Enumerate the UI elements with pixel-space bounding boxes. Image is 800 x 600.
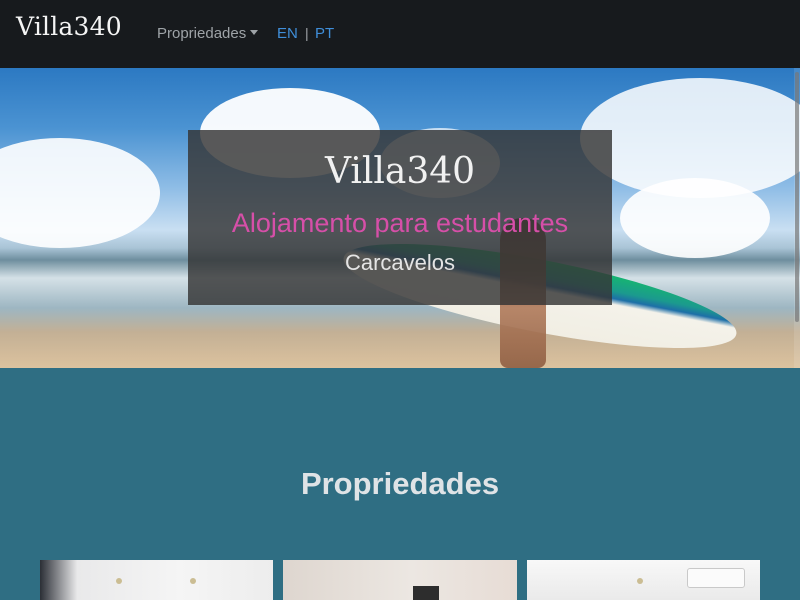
scrollbar-track[interactable] <box>794 68 800 368</box>
property-card[interactable] <box>283 560 517 600</box>
ceiling-light <box>190 578 196 584</box>
scrollbar-thumb[interactable] <box>795 72 799 322</box>
hero-banner: Villa340 Alojamento para estudantes Carc… <box>0 68 800 368</box>
property-card[interactable] <box>40 560 273 600</box>
hero-location: Carcavelos <box>344 250 456 275</box>
property-card[interactable] <box>527 560 760 600</box>
hero-overlay: Villa340 Alojamento para estudantes Carc… <box>188 130 612 305</box>
ceiling-light <box>637 578 643 584</box>
language-en-link[interactable]: EN <box>277 25 298 42</box>
wall-frame <box>413 586 439 600</box>
brand-logo[interactable]: Villa340 <box>16 12 122 41</box>
hero-cloud <box>620 178 770 258</box>
language-separator: | <box>305 25 309 41</box>
air-conditioner <box>687 568 745 588</box>
properties-heading: Propriedades <box>300 466 500 501</box>
language-pt-link[interactable]: PT <box>315 25 334 42</box>
hero-cloud <box>0 138 160 248</box>
top-navbar: Villa340 Propriedades EN | PT <box>0 0 800 68</box>
hero-title: Villa340 <box>324 151 476 192</box>
ceiling-light <box>116 578 122 584</box>
properties-dropdown-label: Propriedades <box>157 25 247 42</box>
chevron-down-icon <box>250 30 259 35</box>
hero-subtitle: Alojamento para estudantes <box>231 208 569 238</box>
properties-dropdown[interactable]: Propriedades <box>157 25 259 42</box>
